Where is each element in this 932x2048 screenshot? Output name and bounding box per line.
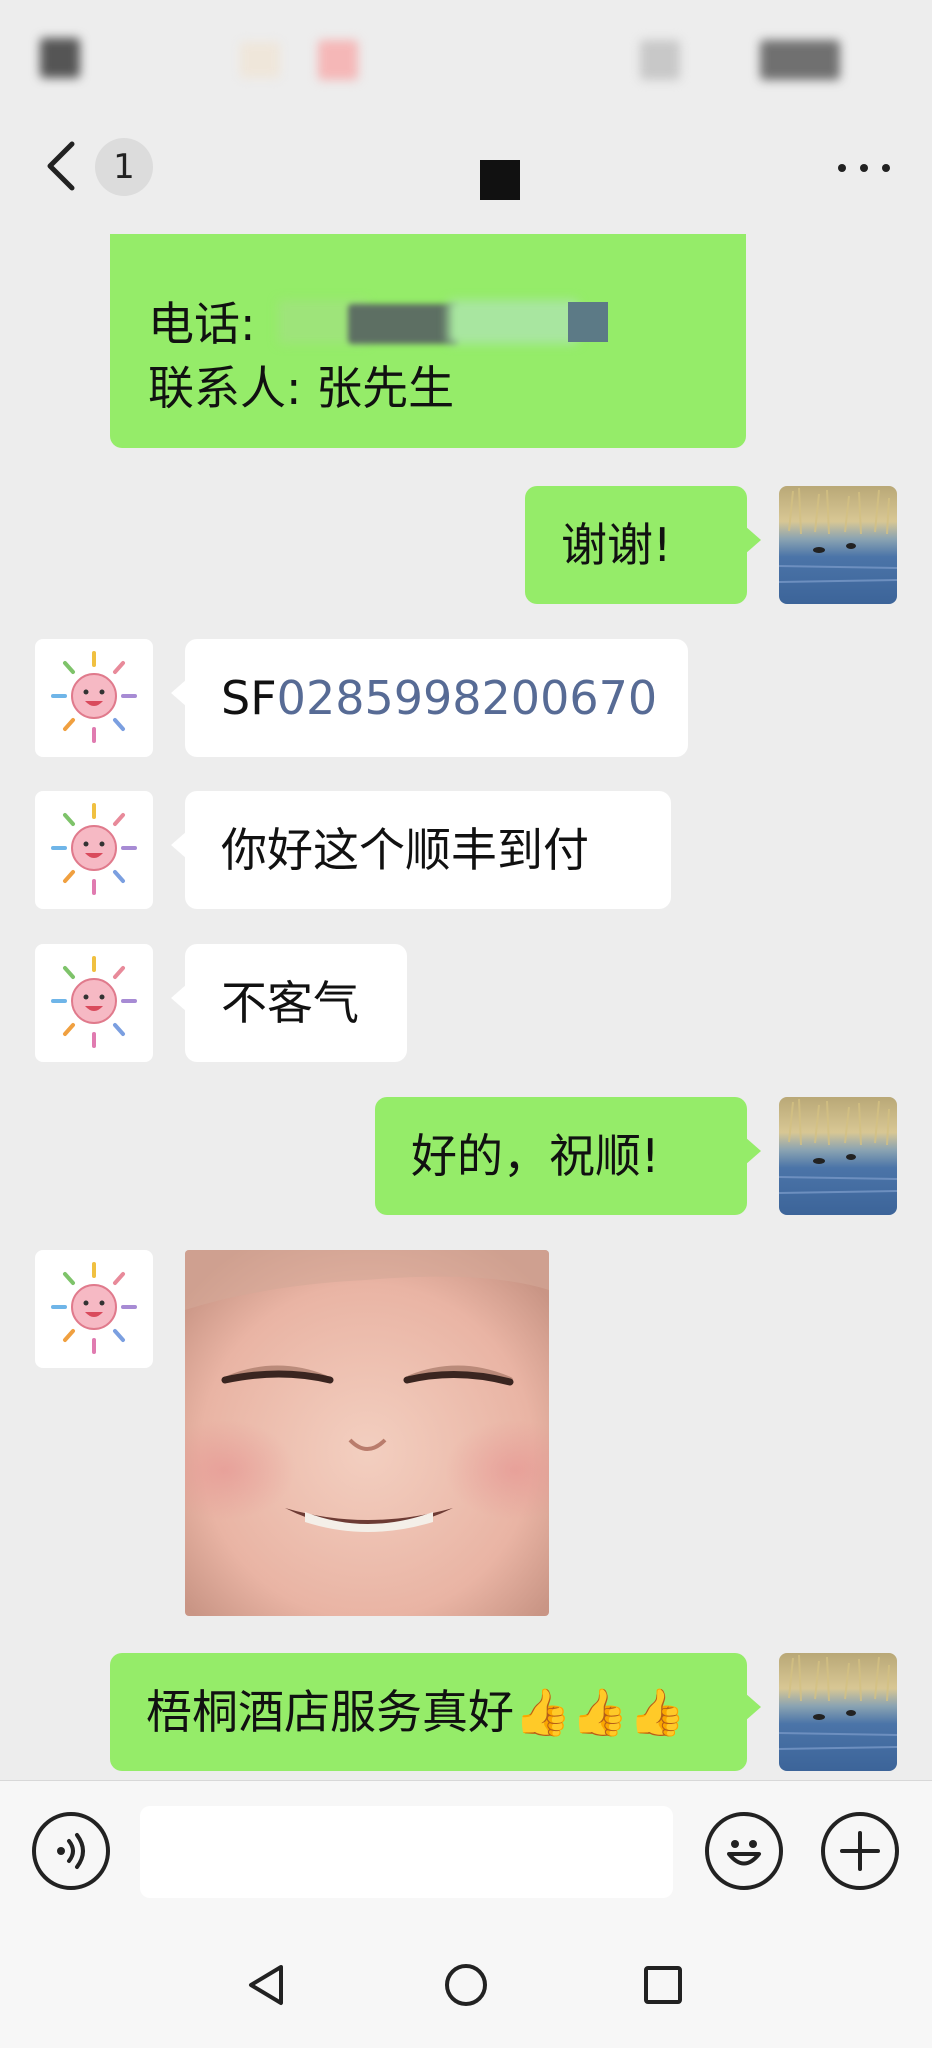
chevron-left-icon — [47, 141, 75, 191]
contact-avatar[interactable] — [35, 1250, 153, 1368]
status-blur — [760, 40, 840, 80]
smiling-child-sticker — [185, 1250, 549, 1616]
more-dot-icon — [838, 164, 846, 172]
voice-icon — [57, 1833, 85, 1869]
more-options-button[interactable] — [834, 158, 894, 178]
contact-line: 联系人: 张先生 — [148, 361, 455, 415]
chat-header: 1 — [0, 110, 932, 220]
plus-icon — [840, 1831, 880, 1871]
nav-recents-button[interactable] — [628, 1950, 698, 2020]
message-text-input[interactable] — [140, 1806, 673, 1898]
nav-home-icon — [445, 1964, 487, 2006]
tracking-number-link[interactable]: 0285998200670 — [277, 666, 657, 730]
lake-photo — [779, 487, 897, 583]
nav-recents-icon — [644, 1966, 682, 2004]
message-text: 谢谢! — [561, 517, 672, 572]
message-input-bar — [0, 1780, 932, 1920]
contact-avatar[interactable] — [35, 944, 153, 1062]
sun-face-icon — [51, 956, 137, 1048]
more-dot-icon — [860, 164, 868, 172]
nav-back-icon — [249, 1965, 283, 2005]
system-navigation-bar — [0, 1920, 932, 2048]
back-button[interactable] — [40, 138, 90, 194]
status-blur — [40, 38, 80, 78]
lake-photo — [779, 1654, 897, 1750]
my-avatar[interactable] — [779, 1097, 897, 1215]
sticker-image[interactable] — [185, 1250, 549, 1616]
contact-avatar[interactable] — [35, 639, 153, 757]
emoji-icon — [727, 1840, 761, 1866]
nav-back-button[interactable] — [232, 1950, 302, 2020]
message-bubble-info[interactable]: 电话: 联系人: 张先生 — [110, 234, 746, 448]
phone-line: 电话: — [148, 292, 746, 356]
voice-input-button[interactable] — [32, 1812, 110, 1890]
message-bubble-m7[interactable]: 梧桐酒店服务真好👍👍👍 — [110, 1653, 761, 1771]
lake-photo — [779, 1098, 897, 1194]
status-blur — [318, 40, 358, 80]
sun-face-icon — [51, 1262, 137, 1354]
message-text: 好的，祝顺! — [411, 1128, 660, 1183]
nav-home-button[interactable] — [431, 1950, 501, 2020]
phone-label: 电话: — [148, 297, 256, 351]
emoji-button[interactable] — [705, 1812, 783, 1890]
contact-avatar[interactable] — [35, 791, 153, 909]
chat-title-redacted — [480, 160, 520, 200]
status-blur — [240, 42, 280, 78]
more-functions-button[interactable] — [821, 1812, 899, 1890]
status-blur — [640, 40, 680, 80]
message-text: 梧桐酒店服务真好👍👍👍 — [146, 1684, 686, 1739]
my-avatar[interactable] — [779, 1653, 897, 1771]
message-text: 你好这个顺丰到付 — [221, 822, 589, 877]
my-avatar[interactable] — [779, 486, 897, 604]
tracking-prefix: SF — [221, 670, 277, 725]
message-bubble-m4[interactable]: 不客气 — [171, 944, 407, 1062]
sun-face-icon — [51, 651, 137, 743]
message-bubble-m5[interactable]: 好的，祝顺! — [375, 1097, 761, 1215]
more-dot-icon — [882, 164, 890, 172]
sun-face-icon — [51, 803, 137, 895]
message-bubble-m1[interactable]: 谢谢! — [525, 486, 761, 604]
unread-count-badge: 1 — [95, 138, 153, 196]
phone-number-redacted — [278, 300, 608, 348]
message-bubble-m2[interactable]: SF 0285998200670 — [171, 639, 688, 757]
message-text: 不客气 — [221, 975, 359, 1030]
status-bar — [0, 0, 932, 110]
message-bubble-m3[interactable]: 你好这个顺丰到付 — [171, 791, 671, 909]
